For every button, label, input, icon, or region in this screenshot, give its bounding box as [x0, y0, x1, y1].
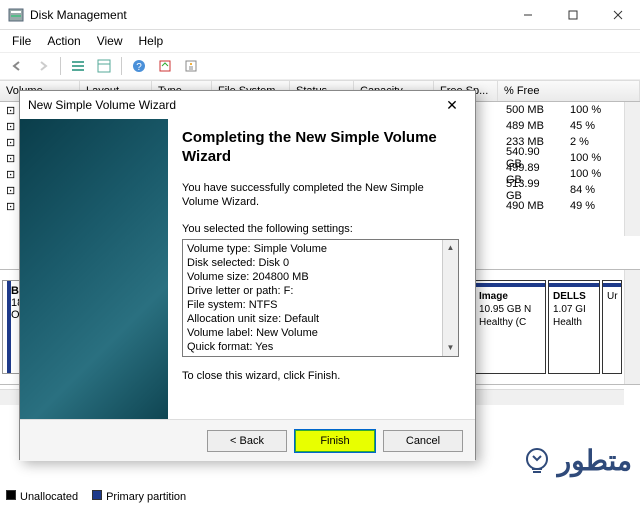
volume-box[interactable]: Image 10.95 GB N Healthy (C	[474, 280, 546, 374]
settings-line: Volume size: 204800 MB	[187, 270, 438, 284]
cell-pct: 2 %	[564, 136, 624, 148]
legend: Unallocated Primary partition	[6, 490, 186, 503]
cancel-button[interactable]: Cancel	[383, 430, 463, 452]
refresh-icon[interactable]	[154, 55, 176, 77]
close-button[interactable]	[595, 0, 640, 29]
cell-free: 513.99 GB	[500, 178, 564, 202]
settings-line: File system: NTFS	[187, 298, 438, 312]
volume-stub: ⊡	[0, 136, 18, 149]
cell-pct: 100 %	[564, 168, 624, 180]
wizard-heading: Completing the New Simple Volume Wizard	[182, 129, 459, 167]
menu-action[interactable]: Action	[39, 32, 88, 50]
vol-status: Ur	[607, 291, 617, 302]
volume-stub: ⊡	[0, 152, 18, 165]
cell-pct: 49 %	[564, 200, 624, 212]
volume-stub: ⊡	[0, 168, 18, 181]
properties-icon[interactable]	[180, 55, 202, 77]
table-row[interactable]: 489 MB45 %	[500, 118, 624, 134]
settings-scrollbar[interactable]: ▲ ▼	[442, 240, 458, 356]
wizard-side-art	[20, 119, 168, 419]
vol-status: Health	[553, 317, 595, 328]
dialog-close-button[interactable]: ✕	[437, 97, 467, 114]
cell-pct: 100 %	[564, 152, 624, 164]
vol-name: DELLS	[553, 291, 595, 302]
cell-pct: 100 %	[564, 104, 624, 116]
settings-line: Quick format: Yes	[187, 340, 438, 354]
legend-unallocated: Unallocated	[6, 490, 78, 503]
window-title: Disk Management	[30, 8, 505, 22]
minimize-button[interactable]	[505, 0, 550, 29]
finish-button[interactable]: Finish	[295, 430, 375, 452]
table-row[interactable]: 500 MB100 %	[500, 102, 624, 118]
table-row[interactable]: 490 MB49 %	[500, 198, 624, 214]
cell-pct: 84 %	[564, 184, 624, 196]
volume-box[interactable]: Ur	[602, 280, 622, 374]
volume-stub: ⊡	[0, 200, 18, 213]
menu-help[interactable]: Help	[131, 32, 172, 50]
settings-line: Disk selected: Disk 0	[187, 256, 438, 270]
settings-line: Drive letter or path: F:	[187, 284, 438, 298]
wizard-close-hint: To close this wizard, click Finish.	[182, 369, 459, 384]
back-button[interactable]: < Back	[207, 430, 287, 452]
back-icon[interactable]	[6, 55, 28, 77]
cell-free: 489 MB	[500, 120, 564, 132]
vol-size: 1.07 GI	[553, 304, 595, 315]
menu-file[interactable]: File	[4, 32, 39, 50]
map-v-scrollbar[interactable]	[624, 270, 640, 384]
col-pctfree[interactable]: % Free	[498, 81, 640, 101]
table-row[interactable]: 513.99 GB84 %	[500, 182, 624, 198]
scroll-up-icon[interactable]: ▲	[443, 240, 458, 256]
vertical-scrollbar[interactable]	[624, 102, 640, 236]
svg-text:?: ?	[136, 62, 142, 73]
forward-icon[interactable]	[32, 55, 54, 77]
dialog-title: New Simple Volume Wizard	[28, 98, 176, 112]
titlebar: Disk Management	[0, 0, 640, 30]
wizard-dialog: New Simple Volume Wizard ✕ Completing th…	[19, 90, 476, 460]
maximize-button[interactable]	[550, 0, 595, 29]
volume-stub: ⊡	[0, 120, 18, 133]
detail-icon[interactable]	[93, 55, 115, 77]
cell-pct: 45 %	[564, 120, 624, 132]
vol-name: Image	[479, 291, 541, 302]
scroll-down-icon[interactable]: ▼	[443, 340, 458, 356]
toolbar: ?	[0, 52, 640, 80]
watermark: متطور	[522, 444, 632, 477]
volume-stub: ⊡	[0, 184, 18, 197]
wizard-selected-label: You selected the following settings:	[182, 222, 459, 237]
cell-free: 490 MB	[500, 200, 564, 212]
lightbulb-icon	[522, 446, 552, 476]
app-icon	[8, 7, 24, 23]
legend-primary: Primary partition	[92, 490, 186, 503]
volume-box[interactable]: DELLS 1.07 GI Health	[548, 280, 600, 374]
menu-view[interactable]: View	[89, 32, 131, 50]
wizard-success-text: You have successfully completed the New …	[182, 181, 459, 211]
dialog-titlebar: New Simple Volume Wizard ✕	[20, 91, 475, 119]
cell-free: 500 MB	[500, 104, 564, 116]
volume-stub: ⊡	[0, 104, 18, 117]
dialog-button-row: < Back Finish Cancel	[20, 419, 475, 461]
menubar: File Action View Help	[0, 30, 640, 52]
list-icon[interactable]	[67, 55, 89, 77]
vol-size: 10.95 GB N	[479, 304, 541, 315]
settings-line: Volume label: New Volume	[187, 326, 438, 340]
help-icon[interactable]: ?	[128, 55, 150, 77]
settings-listbox[interactable]: Volume type: Simple VolumeDisk selected:…	[182, 239, 459, 357]
settings-line: Allocation unit size: Default	[187, 312, 438, 326]
settings-line: Volume type: Simple Volume	[187, 242, 438, 256]
vol-status: Healthy (C	[479, 317, 541, 328]
